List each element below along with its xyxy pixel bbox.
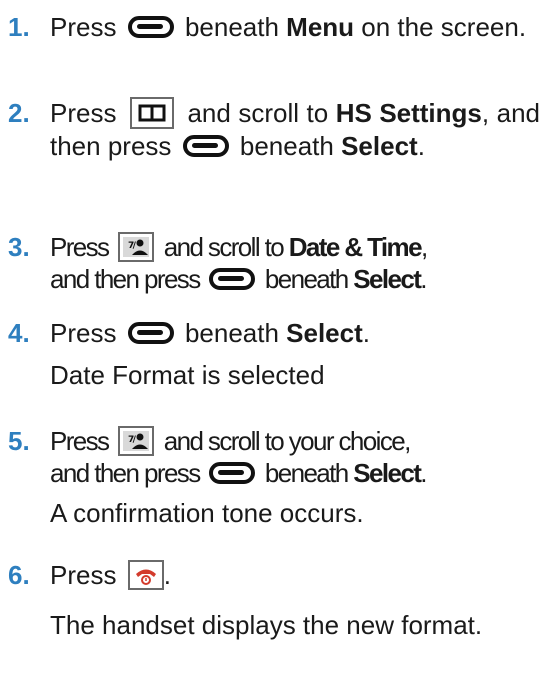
step-text: Press . (50, 560, 171, 590)
step-4-note: Date Format is selected (50, 360, 325, 390)
step-number: 4. (8, 318, 30, 348)
step-text: Press beneath Menu on the screen. (50, 12, 527, 42)
soft-key-icon (128, 322, 174, 344)
step-text: Press and scroll to HS Settings, and the… (50, 97, 540, 162)
navigation-key-icon (118, 232, 154, 262)
step-6-note: The handset displays the new format. (50, 610, 483, 640)
menu-book-key-icon (130, 97, 174, 129)
soft-key-icon (183, 135, 229, 157)
step-5-note: A confirmation tone occurs. (50, 498, 364, 528)
step-text: Press beneath Select. (50, 318, 370, 348)
step-number: 6. (8, 560, 30, 590)
step-number: 1. (8, 12, 30, 42)
step-text: Press and scroll to your choice, and the… (50, 426, 427, 489)
step-number: 2. (8, 98, 30, 128)
step-text: Press and scroll to Date & Time, and the… (50, 232, 428, 295)
step-number: 3. (8, 232, 30, 262)
soft-key-icon (209, 462, 255, 484)
navigation-key-icon (118, 426, 154, 456)
soft-key-icon (209, 268, 255, 290)
soft-key-icon (128, 16, 174, 38)
step-number: 5. (8, 426, 30, 456)
end-call-key-icon (128, 560, 164, 590)
